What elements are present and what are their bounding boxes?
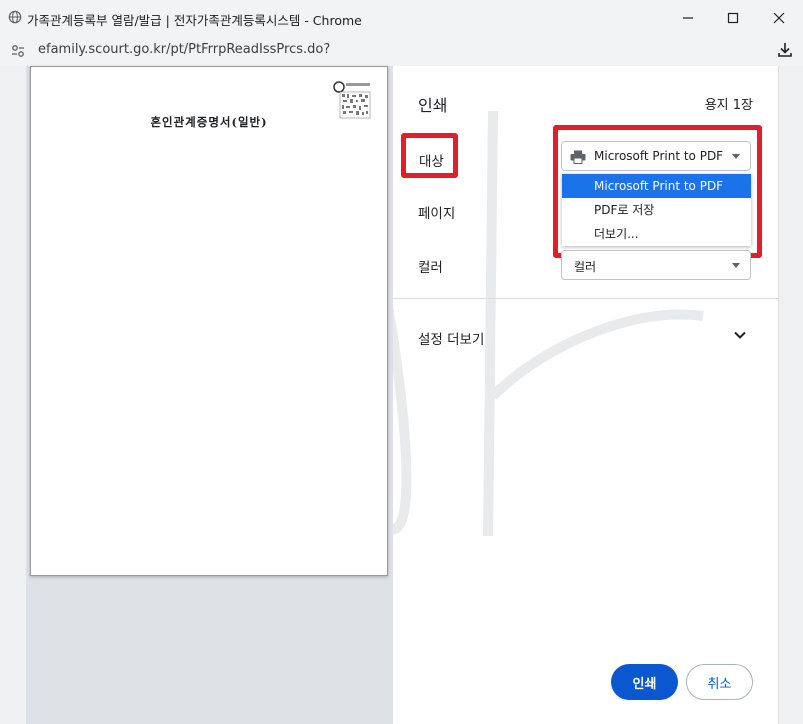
divider <box>393 298 778 299</box>
minimize-button[interactable] <box>666 4 710 32</box>
print-button[interactable]: 인쇄 <box>611 664 678 700</box>
background-page-edge <box>0 66 26 724</box>
sheet-count: 용지 1장 <box>704 98 753 113</box>
minimize-icon <box>683 17 693 19</box>
pages-label: 페이지 <box>418 206 456 222</box>
color-value: 컬러 <box>574 260 597 274</box>
close-button[interactable] <box>757 4 801 32</box>
print-title: 인쇄 <box>418 96 448 115</box>
address-bar: efamily.scourt.go.kr/pt/PtFrrpReadIssPrc… <box>0 36 803 67</box>
download-icon[interactable] <box>776 41 794 59</box>
close-icon <box>773 12 785 24</box>
cancel-button[interactable]: 취소 <box>686 664 753 700</box>
title-bar: 가족관계등록부 열람/발급 | 전자가족관계등록시스템 - Chrome <box>0 0 803 36</box>
url-text[interactable]: efamily.scourt.go.kr/pt/PtFrrpReadIssPrc… <box>38 42 330 57</box>
background-page-edge <box>778 66 803 724</box>
qr-code-icon <box>333 81 371 119</box>
window-title: 가족관계등록부 열람/발급 | 전자가족관계등록시스템 - Chrome <box>27 13 362 28</box>
maximize-button[interactable] <box>711 4 755 32</box>
dropdown-arrow-icon <box>732 263 740 268</box>
print-preview-area: 혼인관계증명서(일반) <box>26 66 393 724</box>
chevron-down-icon[interactable] <box>733 328 747 342</box>
destination-label: 대상 <box>417 148 446 172</box>
more-settings-toggle[interactable]: 설정 더보기 <box>418 328 484 348</box>
color-select[interactable]: 컬러 <box>561 250 751 280</box>
preview-page: 혼인관계증명서(일반) <box>30 66 388 576</box>
maximize-icon <box>727 12 739 24</box>
globe-icon <box>8 10 22 24</box>
site-settings-icon[interactable] <box>10 43 26 59</box>
highlight-box-destination-select <box>553 125 762 258</box>
color-label: 컬러 <box>418 260 443 276</box>
print-settings-panel: 인쇄 용지 1장 대상 Microsoft Print to PDF Micro… <box>393 66 778 724</box>
